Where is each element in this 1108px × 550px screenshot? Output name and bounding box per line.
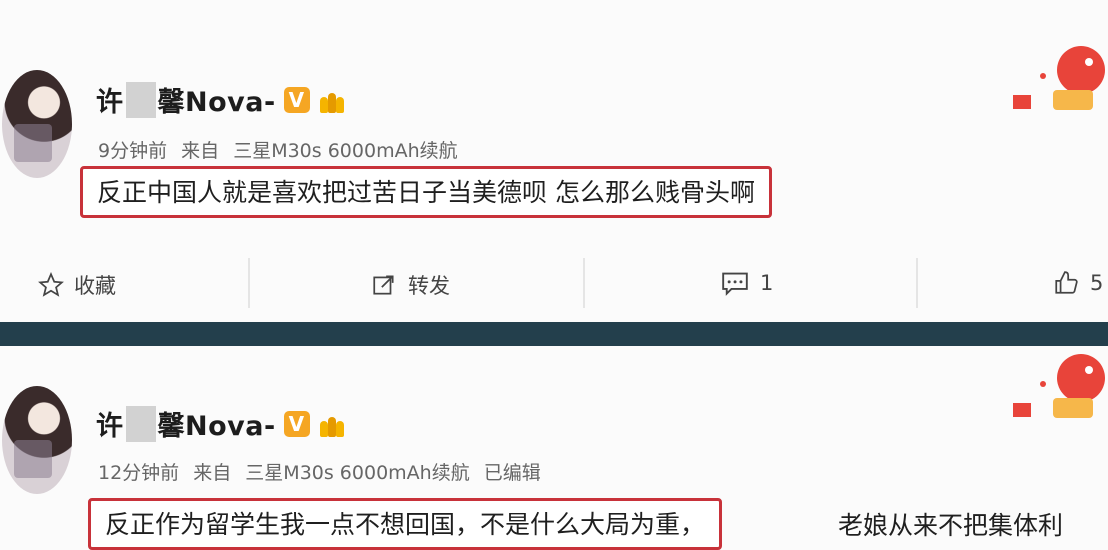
action-bar: 收藏 转发 1 5	[0, 258, 1108, 308]
source-device[interactable]: 三星M30s 6000mAh续航	[233, 140, 457, 162]
verified-badge-icon: V	[283, 86, 310, 113]
avatar[interactable]	[2, 70, 72, 178]
repost-icon	[373, 275, 394, 295]
highlighted-post-text: 反正作为留学生我一点不想回国，不是什么大局为重，	[88, 498, 723, 550]
source-device[interactable]: 三星M30s 6000mAh续航	[245, 462, 469, 484]
like-count: 5	[1090, 271, 1104, 295]
weibo-post-2: 许 馨Nova- V 12分钟前 来自 三星M30s 6000mAh续航 已编辑…	[0, 346, 1108, 550]
comment-button[interactable]: 1	[720, 270, 773, 296]
divider	[916, 258, 918, 308]
favorite-button[interactable]: 收藏	[38, 270, 116, 300]
vip-crown-icon	[318, 411, 346, 437]
post-meta: 12分钟前 来自 三星M30s 6000mAh续航 已编辑	[98, 458, 549, 485]
screenshot-separator	[0, 322, 1108, 346]
source-label: 来自	[181, 140, 220, 162]
repost-label: 转发	[408, 274, 450, 298]
username-prefix: 许	[96, 87, 124, 118]
star-icon	[38, 272, 64, 297]
avatar[interactable]	[2, 386, 72, 494]
comment-icon	[722, 272, 748, 296]
source-label: 来自	[193, 462, 232, 484]
vip-crown-icon	[318, 87, 346, 113]
username-suffix: 馨Nova-	[157, 87, 276, 118]
post-time[interactable]: 9分钟前	[98, 140, 167, 162]
weibo-post-1: 许 馨Nova- V 9分钟前 来自 三星M30s 6000mAh续航 反正中国…	[0, 0, 1108, 322]
highlighted-post-text: 反正中国人就是喜欢把过苦日子当美德呗 怎么那么贱骨头啊	[80, 166, 772, 218]
repost-button[interactable]: 转发	[370, 270, 450, 300]
like-button[interactable]: 5	[1052, 270, 1103, 296]
post-text-continuation: 老娘从来不把集体利	[838, 511, 1064, 540]
username[interactable]: 许 馨Nova- V	[96, 80, 346, 119]
username-mask	[125, 405, 156, 442]
username-suffix: 馨Nova-	[157, 411, 276, 442]
post-meta: 9分钟前 来自 三星M30s 6000mAh续航	[98, 136, 466, 163]
comment-count: 1	[760, 271, 774, 295]
edited-label[interactable]: 已编辑	[484, 462, 541, 484]
decoration-fish-icon	[993, 40, 1108, 114]
decoration-fish-icon	[993, 348, 1108, 422]
thumbs-up-icon	[1055, 271, 1078, 294]
verified-badge-icon: V	[283, 410, 310, 437]
username[interactable]: 许 馨Nova- V	[96, 404, 346, 443]
username-mask	[125, 81, 156, 118]
divider	[583, 258, 585, 308]
favorite-label: 收藏	[74, 274, 116, 298]
username-prefix: 许	[96, 411, 124, 442]
divider	[248, 258, 250, 308]
post-time[interactable]: 12分钟前	[98, 462, 179, 484]
